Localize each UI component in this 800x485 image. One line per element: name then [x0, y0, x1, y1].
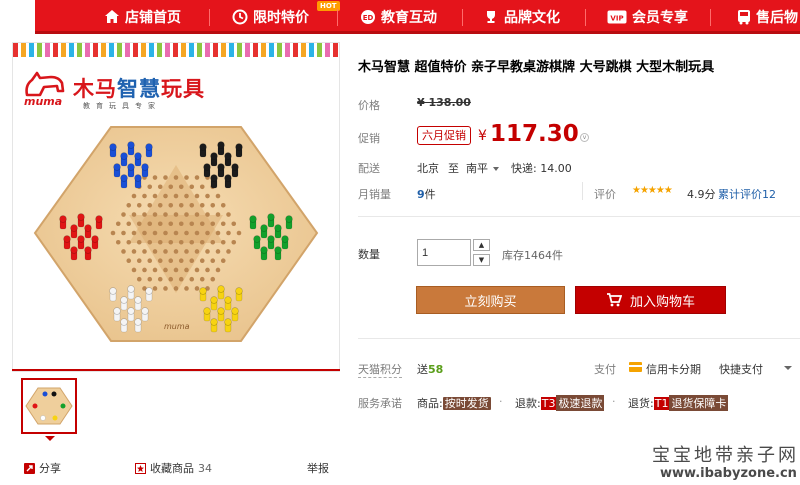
price-label: 价格	[358, 99, 380, 112]
delivery-label: 配送	[358, 162, 380, 175]
decorative-stripe	[13, 43, 339, 57]
chinese-checkers-board-image: muma	[33, 126, 319, 342]
delivery-to-word: 至	[448, 162, 459, 175]
stock-count: 库存1464件	[502, 249, 563, 262]
product-main-image[interactable]: muma 木马智慧玩具 教育玩具专家 muma	[12, 42, 340, 372]
nav-label-brand: 品牌文化	[504, 10, 560, 26]
product-title: 木马智慧 超值特价 亲子早教桌游棋牌 大号跳棋 大型木制玩具	[358, 60, 715, 75]
svg-text:muma: muma	[164, 322, 190, 331]
brand-name: 木马智慧玩具	[73, 77, 205, 101]
nav-label-education: 教育互动	[381, 10, 437, 26]
quick-pay-dropdown[interactable]: 快捷支付	[719, 361, 763, 377]
education-icon: ED	[361, 10, 375, 24]
review-count-link[interactable]: 累计评价12	[718, 186, 776, 202]
brand-slogan: 教育玩具专家	[83, 102, 161, 110]
price-dropdown-icon[interactable]: v	[580, 133, 589, 142]
share-button[interactable]: 分享	[24, 460, 61, 476]
delivery-city-select[interactable]: 南平	[466, 160, 500, 176]
promo-price: 117.30	[490, 121, 579, 147]
nav-label-home: 店铺首页	[125, 10, 181, 26]
nav-item-home[interactable]: 店铺首页	[104, 0, 181, 34]
logo-text: muma	[24, 95, 63, 108]
rating-stars: ★★★★★	[632, 185, 673, 196]
rating-label: 评价	[594, 188, 616, 201]
svg-text:ED: ED	[363, 14, 374, 22]
thumbnail-1[interactable]	[21, 378, 77, 441]
quantity-decrease[interactable]: ▼	[473, 254, 490, 266]
nav-item-vip[interactable]: VIP 会员专享	[607, 0, 688, 34]
currency-symbol: ¥	[478, 128, 487, 144]
bus-icon	[738, 10, 750, 25]
quantity-increase[interactable]: ▲	[473, 239, 490, 251]
buy-now-button[interactable]: 立刻购买	[416, 286, 565, 314]
clock-icon	[232, 9, 248, 25]
delivery-fee: 快递: 14.00	[511, 162, 572, 175]
cart-icon	[606, 293, 622, 307]
delivery-from: 北京	[417, 162, 439, 175]
quantity-label: 数量	[358, 248, 380, 261]
gallery-divider	[12, 369, 340, 371]
top-nav-bar: 店铺首页 限时特价 HOT ED 教育互动 品牌文化 VIP 会员专享 售后物	[35, 0, 800, 34]
promo-label: 促销	[358, 132, 380, 145]
promo-badge: 六月促销	[417, 126, 471, 145]
nav-label-after-sales: 售后物	[756, 10, 798, 26]
monthly-sales: 9件	[417, 188, 436, 201]
chevron-down-icon[interactable]	[784, 366, 792, 374]
report-link[interactable]: 举报	[307, 460, 329, 476]
collect-button[interactable]: 收藏商品 34	[135, 460, 212, 476]
credit-card-icon	[629, 362, 642, 372]
trophy-icon	[487, 11, 495, 23]
tmall-points-label[interactable]: 天猫积分	[358, 361, 402, 378]
thumbnail-board-image	[25, 387, 73, 425]
quantity-input[interactable]	[417, 239, 471, 266]
add-to-cart-button[interactable]: 加入购物车	[575, 286, 726, 314]
original-price: ¥ 138.00	[417, 96, 471, 109]
nav-item-flash-sale[interactable]: 限时特价	[232, 0, 309, 34]
share-icon	[24, 462, 35, 474]
credit-installment-link[interactable]: 信用卡分期	[646, 361, 701, 377]
service-fast-refund[interactable]: 退款:T3 极速退款	[515, 395, 605, 411]
watermark-url: www.ibabyzone.cn	[660, 466, 797, 481]
nav-item-education[interactable]: ED 教育互动	[360, 0, 437, 34]
payment-label: 支付	[594, 363, 616, 376]
service-ship-on-time[interactable]: 商品: 按时发货	[417, 395, 491, 411]
nav-label-vip: 会员专享	[632, 10, 688, 26]
nav-item-after-sales[interactable]: 售后物	[737, 0, 798, 34]
monthly-sales-label: 月销量	[358, 188, 391, 201]
chevron-down-icon	[492, 167, 499, 171]
service-return-guarantee[interactable]: 退货:T1 退货保障卡	[628, 395, 729, 411]
svg-text:VIP: VIP	[610, 15, 623, 23]
vip-icon: VIP	[607, 10, 627, 24]
home-icon	[105, 10, 119, 23]
rating-score: 4.9分	[687, 188, 716, 201]
nav-item-brand[interactable]: 品牌文化	[483, 0, 560, 34]
collect-count: 34	[198, 461, 212, 475]
service-promise-label: 服务承诺	[358, 397, 402, 410]
points-value: 送58	[417, 363, 444, 376]
watermark-text: 宝宝地带亲子网	[652, 445, 799, 466]
collect-icon	[135, 462, 146, 474]
nav-label-flash-sale: 限时特价	[253, 10, 309, 26]
